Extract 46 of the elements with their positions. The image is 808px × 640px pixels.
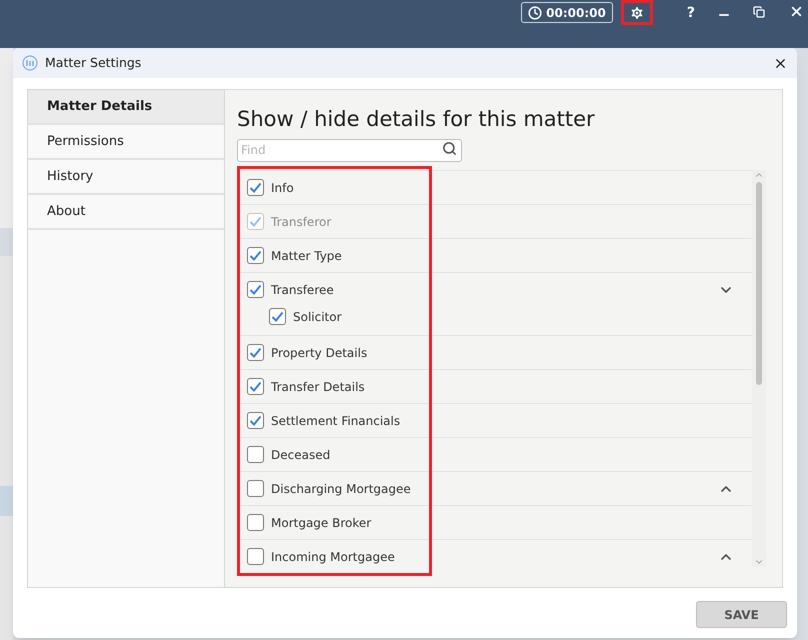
checkbox[interactable] xyxy=(247,412,264,429)
item-label: Matter Type xyxy=(271,248,342,264)
scrollbar-thumb[interactable] xyxy=(756,182,762,385)
timer[interactable]: 00:00:00 xyxy=(521,2,613,23)
checkmark-icon xyxy=(249,347,262,358)
item-label: Info xyxy=(271,180,294,196)
checkbox[interactable] xyxy=(247,548,264,565)
checkmark-icon xyxy=(249,250,262,261)
checkmark-icon xyxy=(249,216,262,227)
checkmark-icon xyxy=(249,284,262,295)
checkbox[interactable] xyxy=(269,308,286,325)
restore-icon[interactable] xyxy=(753,6,765,18)
help-button[interactable]: ? xyxy=(686,3,695,24)
heading: Show / hide details for this matter xyxy=(237,106,596,133)
window-title: Matter Settings xyxy=(45,54,142,72)
checkbox[interactable] xyxy=(247,281,264,298)
search-icon[interactable] xyxy=(442,141,457,156)
search-field[interactable]: Find xyxy=(237,138,462,162)
close-icon[interactable] xyxy=(789,4,804,19)
checkbox[interactable] xyxy=(247,247,264,264)
checkbox[interactable] xyxy=(247,179,264,196)
sidebar-item[interactable]: Matter Details xyxy=(28,90,224,125)
checkbox[interactable] xyxy=(247,514,264,531)
checkbox[interactable] xyxy=(247,378,264,395)
scrollbar[interactable] xyxy=(752,170,766,567)
item-label: Transferor xyxy=(271,214,332,230)
item-label: Settlement Financials xyxy=(271,412,400,430)
checkmark-icon xyxy=(249,182,262,193)
checkmark-icon xyxy=(271,311,284,322)
item-label: Discharging Mortgagee xyxy=(271,480,411,498)
checkbox[interactable] xyxy=(247,344,264,361)
item-label: Deceased xyxy=(271,446,330,464)
checkbox[interactable] xyxy=(247,446,264,463)
clock-icon xyxy=(528,6,542,20)
item-label: Solicitor xyxy=(293,308,342,326)
checkmark-icon xyxy=(249,415,262,426)
settings-icon[interactable] xyxy=(628,4,645,20)
item-label: Property Details xyxy=(271,344,368,362)
checkmark-icon xyxy=(249,381,262,392)
item-label: Incoming Mortgagee xyxy=(271,548,395,566)
logo-icon xyxy=(22,55,38,71)
save-button[interactable]: SAVE xyxy=(696,601,787,628)
checkbox[interactable] xyxy=(247,480,264,497)
item-label: Mortgage Broker xyxy=(271,514,372,532)
item-label: Transfer Details xyxy=(271,378,365,396)
item-label: Transferee xyxy=(271,282,334,298)
